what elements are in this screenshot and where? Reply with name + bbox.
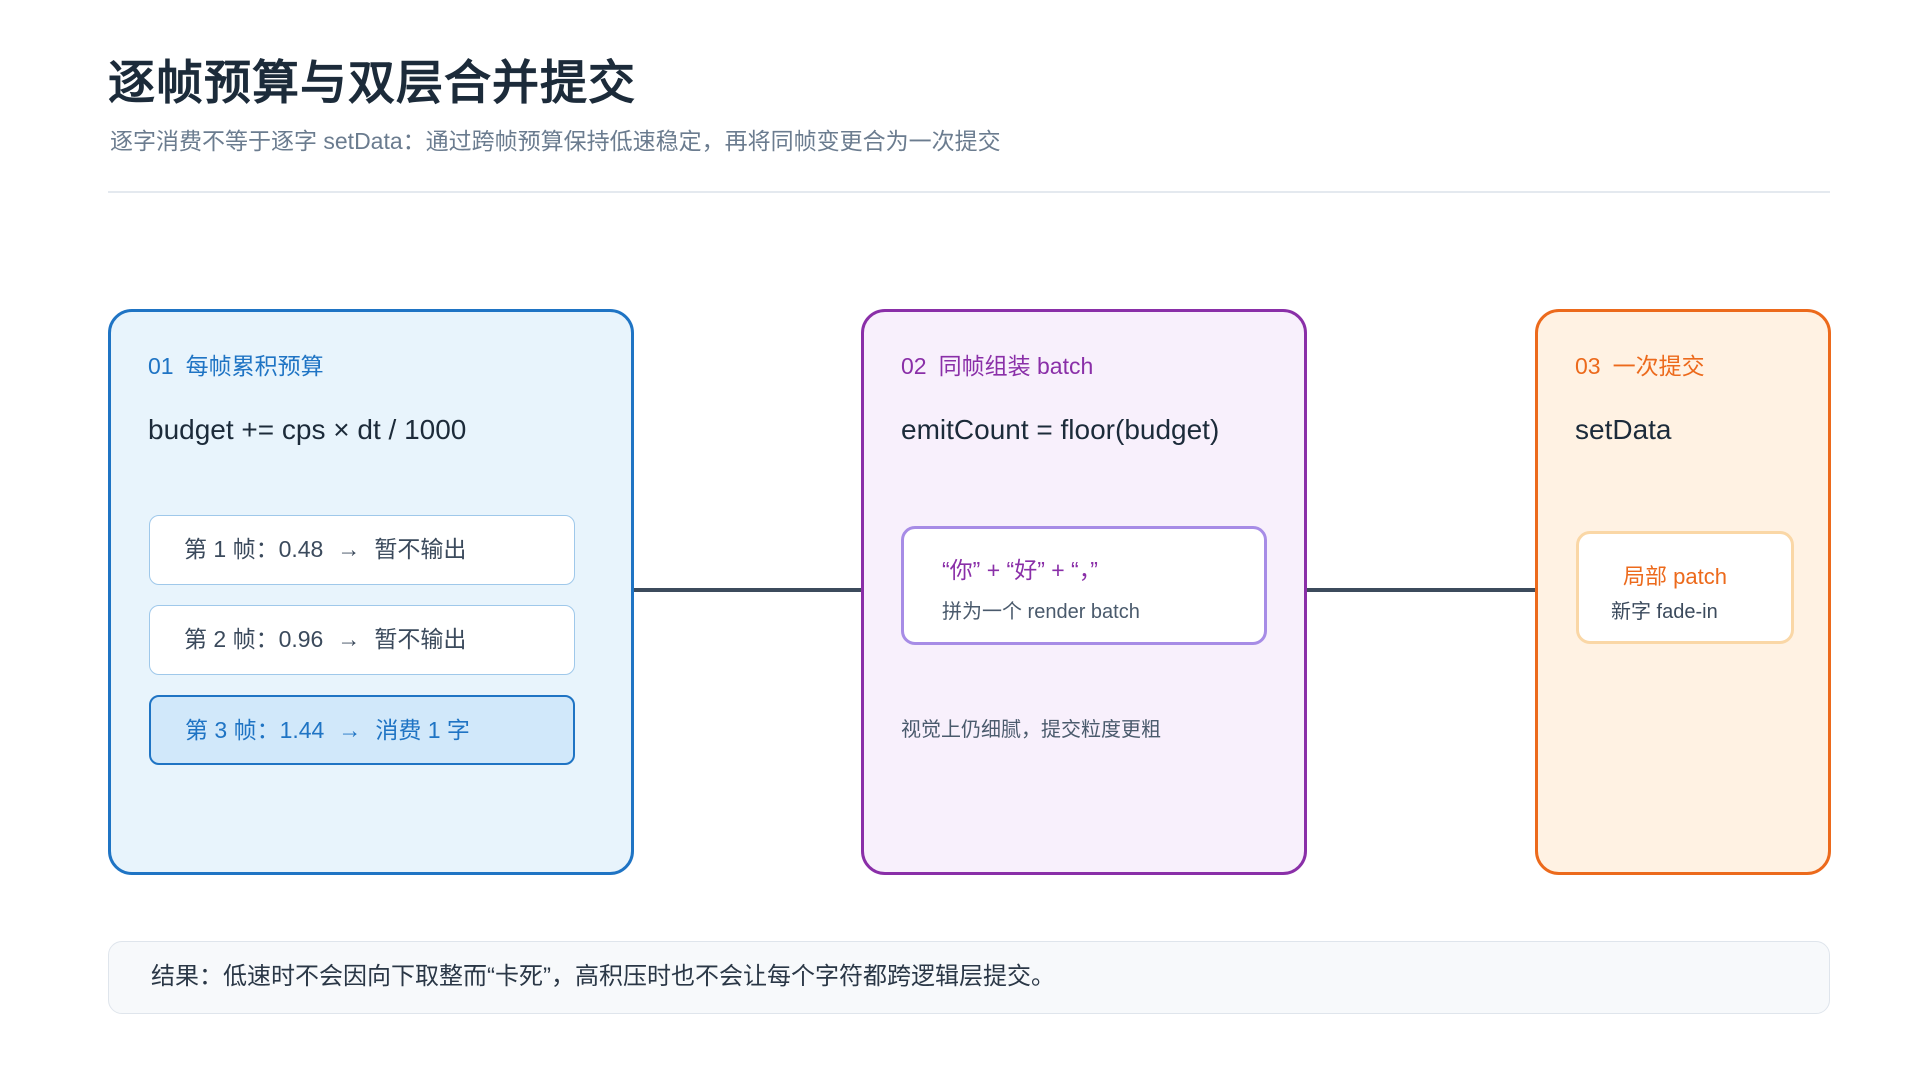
step-number: 01: [148, 353, 174, 379]
batch-formula: emitCount = floor(budget): [901, 414, 1220, 445]
batch-card-note: 视觉上仍细腻，提交粒度更粗: [901, 719, 1161, 741]
frame-result: 暂不输出: [374, 626, 467, 652]
batch-card: 02 同帧组装 batch emitCount = floor(budget) “…: [861, 309, 1307, 875]
step-label: 每帧累积预算: [185, 353, 324, 379]
frame-label: 第 1 帧：0.48: [184, 536, 324, 562]
commit-formula: setData: [1575, 414, 1672, 445]
batch-card-header: 02 同帧组装 batch: [901, 347, 1093, 381]
header-divider: [108, 191, 1830, 193]
arrow-right-icon: →: [337, 536, 361, 562]
frame-label: 第 3 帧：1.44: [185, 717, 325, 743]
budget-card-header: 01 每帧累积预算: [148, 347, 324, 381]
frame-result: 消费 1 字: [375, 717, 470, 743]
frame-label: 第 2 帧：0.96: [184, 626, 324, 652]
frame-result: 暂不输出: [374, 536, 467, 562]
patch-box: 局部 patch 新字 fade-in: [1576, 531, 1794, 644]
frame-row-3-active: 第 3 帧：1.44 → 消费 1 字: [149, 695, 575, 765]
connector-1-2: [634, 588, 861, 592]
batch-note: 拼为一个 render batch: [942, 601, 1140, 623]
step-number: 02: [901, 353, 927, 379]
frame-row-2: 第 2 帧：0.96 → 暂不输出: [149, 605, 575, 675]
connector-2-3: [1307, 588, 1535, 592]
patch-label: 局部 patch: [1623, 564, 1727, 589]
result-banner: 结果：低速时不会因向下取整而“卡死”，高积压时也不会让每个字符都跨逻辑层提交。: [108, 941, 1830, 1014]
commit-card: 03 一次提交 setData 局部 patch 新字 fade-in: [1535, 309, 1831, 875]
budget-formula: budget += cps × dt / 1000: [148, 414, 467, 445]
page-title: 逐帧预算与双层合并提交: [108, 56, 636, 109]
budget-card: 01 每帧累积预算 budget += cps × dt / 1000 第 1 帧…: [108, 309, 634, 875]
render-batch-box: “你” + “好” + “，” 拼为一个 render batch: [901, 526, 1267, 645]
patch-note: 新字 fade-in: [1611, 601, 1718, 623]
page-subtitle: 逐字消费不等于逐字 setData：通过跨帧预算保持低速稳定，再将同帧变更合为一…: [110, 128, 1001, 154]
frame-row-1: 第 1 帧：0.48 → 暂不输出: [149, 515, 575, 585]
step-number: 03: [1575, 353, 1601, 379]
batch-tokens: “你” + “好” + “，”: [942, 557, 1098, 583]
arrow-right-icon: →: [338, 717, 362, 743]
commit-card-header: 03 一次提交: [1575, 347, 1705, 381]
step-label: 一次提交: [1612, 353, 1705, 379]
step-label: 同帧组装 batch: [938, 353, 1094, 379]
arrow-right-icon: →: [337, 626, 361, 652]
